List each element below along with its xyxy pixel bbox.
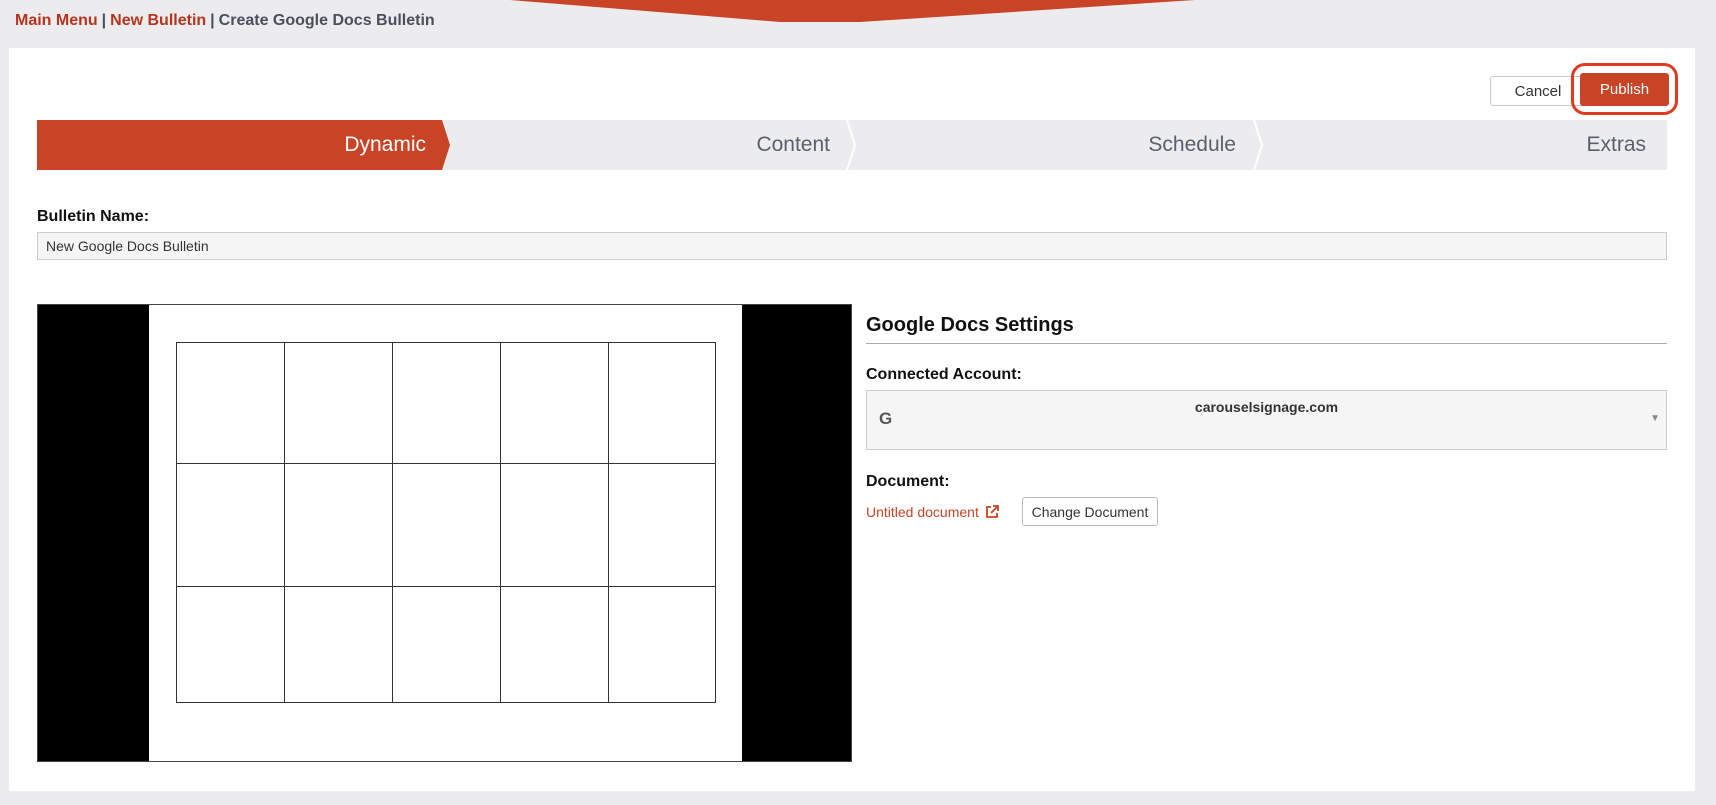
breadcrumb-new-bulletin[interactable]: New Bulletin [110, 12, 206, 29]
bulletin-name-label: Bulletin Name: [37, 208, 150, 225]
divider [866, 343, 1667, 344]
step-dynamic[interactable]: Dynamic [37, 120, 426, 170]
publish-button[interactable]: Publish [1580, 73, 1669, 106]
document-name: Untitled document [866, 504, 979, 520]
step-schedule[interactable]: Schedule [863, 120, 1236, 170]
bulletin-preview [37, 304, 852, 762]
connected-account-select[interactable]: G carouselsignage.com ▼ [866, 390, 1667, 450]
connected-account-label: Connected Account: [866, 366, 1022, 383]
document-label: Document: [866, 473, 950, 490]
chevron-down-icon: ▼ [1650, 413, 1660, 424]
wizard-steps: Dynamic Content Schedule Extras [37, 120, 1667, 170]
breadcrumb-separator: | [210, 12, 215, 29]
step-extras[interactable]: Extras [1269, 120, 1646, 170]
document-link[interactable]: Untitled document [866, 504, 999, 520]
external-link-icon [985, 505, 999, 518]
bulletin-name-input[interactable] [37, 232, 1667, 260]
step-content[interactable]: Content [457, 120, 830, 170]
google-docs-settings-title: Google Docs Settings [866, 314, 1074, 336]
connected-account-value: carouselsignage.com [1194, 399, 1339, 415]
header-banner [510, 0, 1195, 22]
breadcrumb-main-menu[interactable]: Main Menu [15, 12, 98, 29]
breadcrumb-current: Create Google Docs Bulletin [218, 12, 435, 29]
change-document-button[interactable]: Change Document [1022, 497, 1158, 526]
breadcrumb-separator: | [101, 12, 107, 29]
main-card: Cancel Publish Dynamic Content Schedule … [9, 48, 1695, 791]
breadcrumb: Main Menu | New Bulletin | Create Google Doc… [15, 12, 435, 30]
preview-table-grid [176, 342, 716, 703]
document-preview-page [149, 305, 742, 761]
